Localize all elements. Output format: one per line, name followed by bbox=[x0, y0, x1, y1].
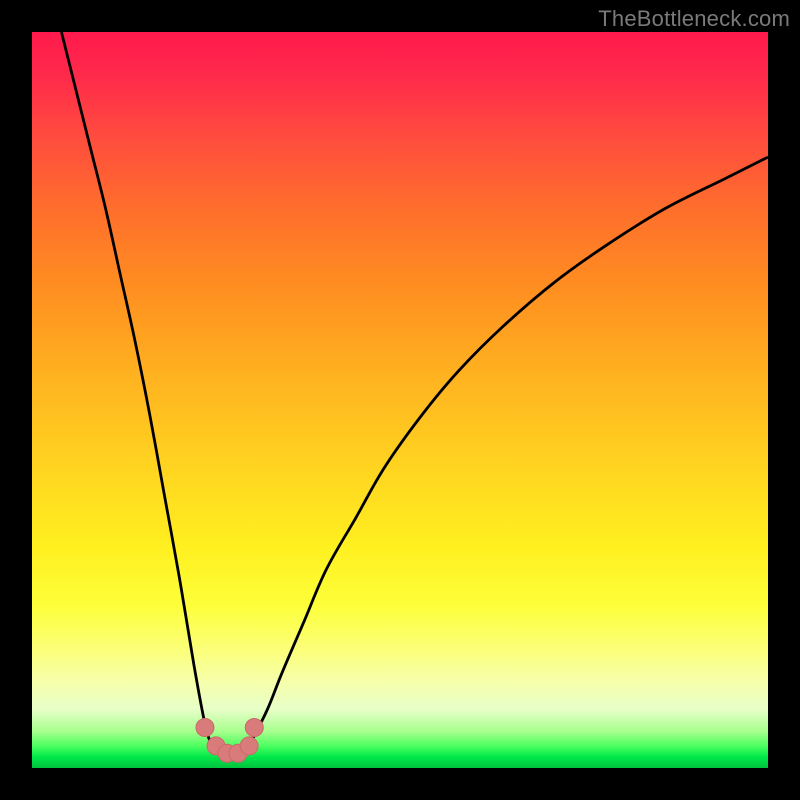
watermark-text: TheBottleneck.com bbox=[598, 6, 790, 32]
marker-dot bbox=[240, 737, 258, 755]
curve-svg bbox=[32, 32, 768, 768]
marker-dot bbox=[196, 719, 214, 737]
plot-area bbox=[32, 32, 768, 768]
marker-dot bbox=[245, 719, 263, 737]
curve-left bbox=[61, 32, 219, 753]
chart-frame: TheBottleneck.com bbox=[0, 0, 800, 800]
marker-cluster bbox=[196, 719, 263, 763]
series-left-branch bbox=[61, 32, 219, 753]
series-right-branch bbox=[245, 157, 768, 753]
curve-right bbox=[245, 157, 768, 753]
